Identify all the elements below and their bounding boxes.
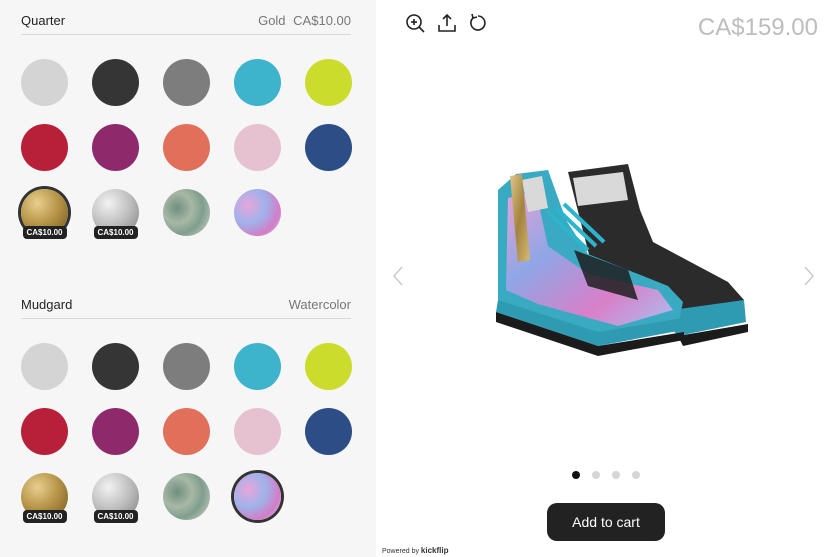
sneaker-preview-image bbox=[478, 150, 758, 360]
color-swatch[interactable]: CA$10.00 bbox=[21, 189, 68, 239]
gallery-dot[interactable] bbox=[612, 471, 620, 479]
section-title: Quarter bbox=[21, 13, 66, 28]
gallery-dot[interactable] bbox=[592, 471, 600, 479]
zoom-in-icon[interactable] bbox=[404, 12, 426, 34]
selected-name: Gold bbox=[258, 13, 286, 28]
total-price: CA$159.00 bbox=[697, 14, 818, 41]
color-swatch[interactable] bbox=[163, 408, 210, 455]
powered-by: Powered by kickflip bbox=[382, 546, 449, 555]
color-swatch[interactable] bbox=[305, 59, 352, 106]
color-swatch[interactable] bbox=[234, 473, 281, 520]
gallery-dot[interactable] bbox=[632, 471, 640, 479]
color-swatch[interactable]: CA$10.00 bbox=[92, 189, 139, 239]
color-swatch[interactable] bbox=[305, 124, 352, 171]
color-swatch[interactable] bbox=[92, 59, 139, 106]
color-swatch[interactable]: CA$10.00 bbox=[92, 473, 139, 523]
color-swatch[interactable] bbox=[92, 124, 139, 171]
selected-price: CA$10.00 bbox=[293, 13, 351, 28]
share-icon[interactable] bbox=[436, 12, 458, 34]
next-arrow-icon[interactable] bbox=[802, 264, 816, 288]
section-header: Quarter Gold CA$10.00 bbox=[21, 13, 351, 35]
color-swatch[interactable] bbox=[21, 408, 68, 455]
color-swatch[interactable] bbox=[234, 124, 281, 171]
color-swatch[interactable] bbox=[234, 408, 281, 455]
reset-icon[interactable] bbox=[467, 12, 489, 34]
color-swatch[interactable]: CA$10.00 bbox=[21, 473, 68, 523]
kickflip-logo: kickflip bbox=[420, 546, 449, 555]
color-swatch[interactable] bbox=[92, 343, 139, 390]
color-swatch[interactable] bbox=[21, 59, 68, 106]
color-swatch[interactable] bbox=[163, 124, 210, 171]
color-swatch[interactable] bbox=[163, 473, 210, 520]
color-swatch[interactable] bbox=[92, 408, 139, 455]
color-swatch[interactable] bbox=[21, 343, 68, 390]
color-swatch[interactable] bbox=[305, 408, 352, 455]
color-swatch[interactable] bbox=[163, 189, 210, 236]
add-to-cart-button[interactable]: Add to cart bbox=[547, 503, 665, 541]
color-swatch[interactable] bbox=[234, 189, 281, 236]
previous-arrow-icon[interactable] bbox=[391, 264, 405, 288]
color-swatch[interactable] bbox=[305, 343, 352, 390]
color-swatch[interactable] bbox=[21, 124, 68, 171]
color-swatch[interactable] bbox=[234, 59, 281, 106]
swatch-price-tag: CA$10.00 bbox=[93, 226, 138, 239]
color-swatch[interactable] bbox=[163, 343, 210, 390]
gallery-dots bbox=[572, 471, 640, 479]
color-swatch[interactable] bbox=[163, 59, 210, 106]
section-selected-value: Gold CA$10.00 bbox=[258, 13, 351, 28]
section-header: Mudgard Watercolor bbox=[21, 297, 351, 319]
customizer-panel: Quarter Gold CA$10.00 CA$10.00 CA$10.00 M… bbox=[0, 0, 376, 557]
gallery-dot[interactable] bbox=[572, 471, 580, 479]
section-selected-value: Watercolor bbox=[289, 297, 351, 312]
swatch-price-tag: CA$10.00 bbox=[93, 510, 138, 523]
swatch-price-tag: CA$10.00 bbox=[22, 510, 67, 523]
swatch-price-tag: CA$10.00 bbox=[22, 226, 67, 239]
selected-name: Watercolor bbox=[288, 297, 351, 312]
powered-by-prefix: Powered by bbox=[382, 548, 419, 555]
section-title: Mudgard bbox=[21, 297, 73, 312]
color-swatch[interactable] bbox=[234, 343, 281, 390]
